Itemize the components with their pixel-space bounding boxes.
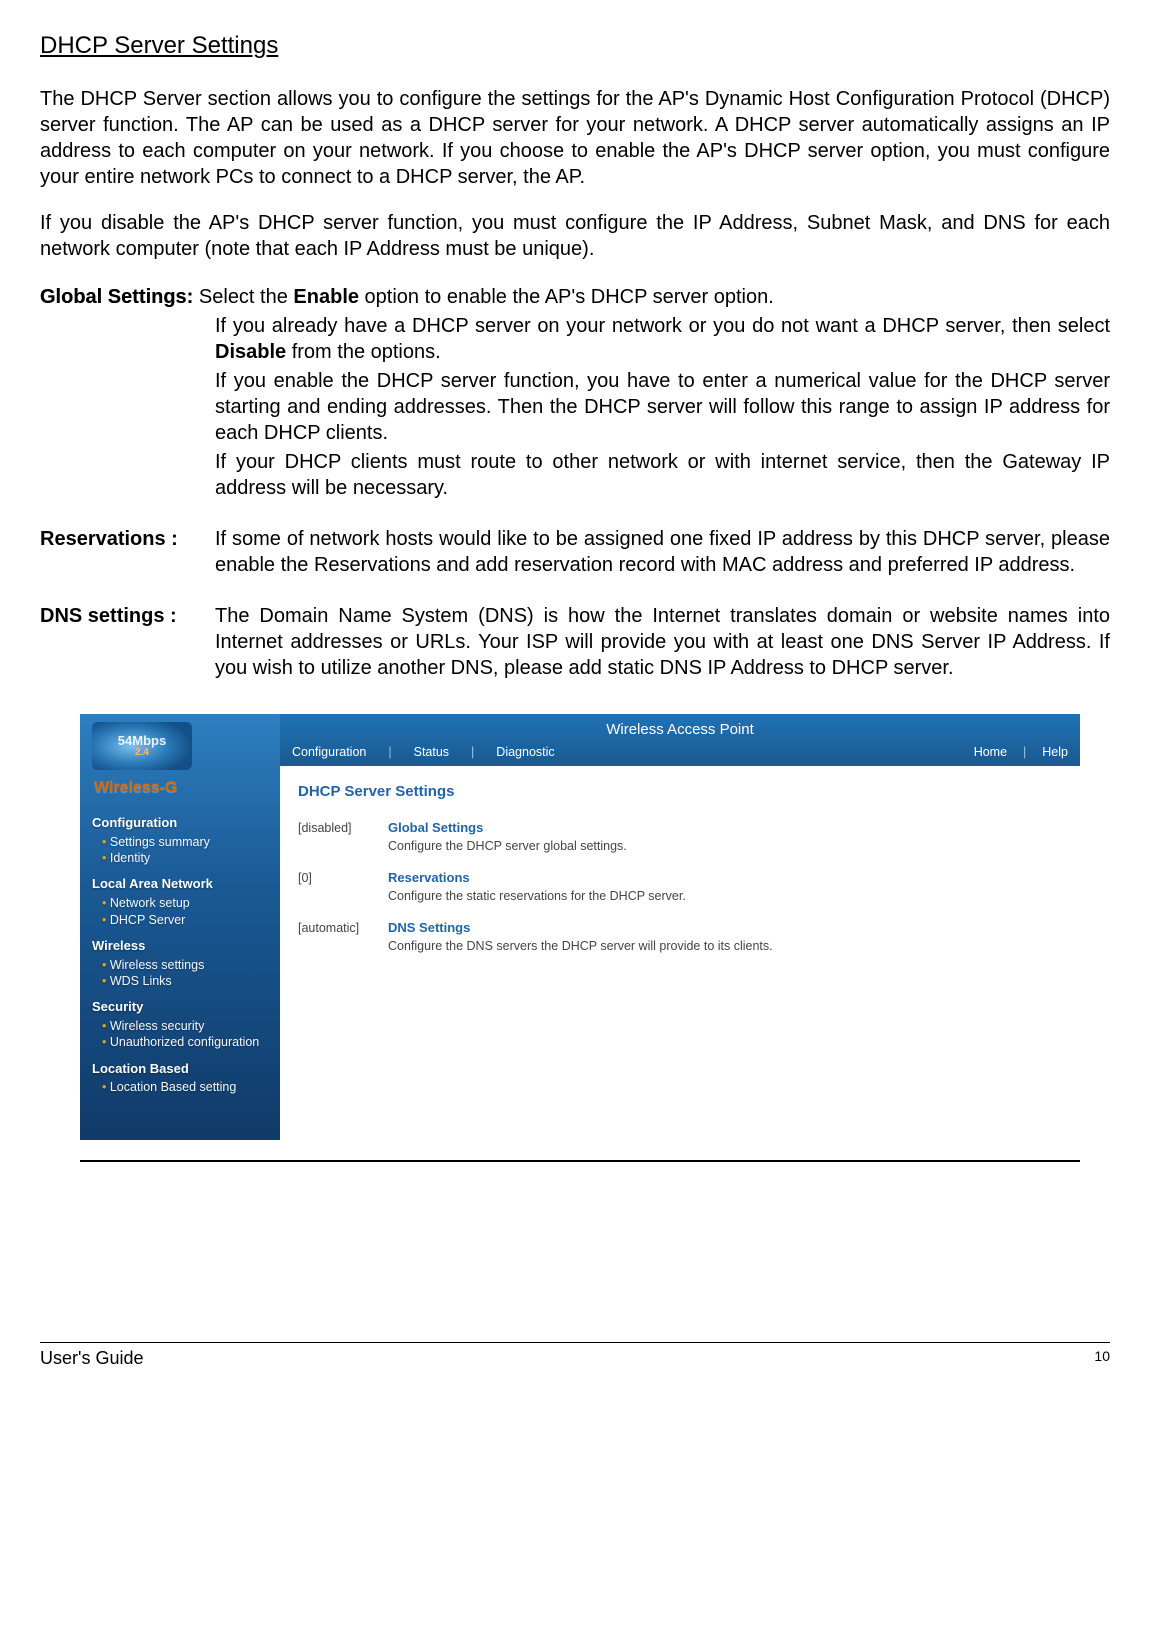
intro-para-2: If you disable the AP's DHCP server func… [40,210,1110,262]
gs-text-lead: Select the [199,286,294,308]
page-footer: User's Guide 10 [40,1342,1110,1370]
reservations-text: If some of network hosts would like to b… [215,526,1110,578]
nav-divider: | [388,744,391,760]
gs-disable: Disable [215,341,286,363]
desc-global-settings: Configure the DHCP server global setting… [388,838,627,854]
desc-reservations: Configure the static reservations for th… [388,888,686,904]
ap-main: Wireless Access Point Configuration | St… [280,714,1080,1140]
desc-dns-settings: Configure the DNS servers the DHCP serve… [388,938,773,954]
dns-settings-block: DNS settings : The Domain Name System (D… [40,603,1110,684]
footer-left: User's Guide [40,1347,143,1370]
status-dns: [automatic] [298,920,388,954]
sb-head-wireless: Wireless [92,938,280,955]
nav-home[interactable]: Home [974,744,1007,760]
status-global: [disabled] [298,820,388,854]
sidebar-item-identity[interactable]: Identity [92,850,280,866]
sidebar-item-settings-summary[interactable]: Settings summary [92,834,280,850]
global-settings-label-inline: Global Settings: [40,286,193,308]
gs-p4: If your DHCP clients must route to other… [215,449,1110,501]
link-global-settings[interactable]: Global Settings [388,820,627,837]
footer-page-number: 10 [1094,1347,1110,1370]
nav-help[interactable]: Help [1042,744,1068,760]
sidebar-item-wireless-security[interactable]: Wireless security [92,1018,280,1034]
logo-mbps: 54Mbps [118,734,166,748]
gs-enable: Enable [293,286,359,308]
ap-heading: DHCP Server Settings [298,782,1062,802]
link-dns-settings[interactable]: DNS Settings [388,920,773,937]
gs-p2a: If you already have a DHCP server on you… [215,315,1110,337]
logo-area: 54Mbps 2.4 [80,714,280,774]
dns-settings-text: The Domain Name System (DNS) is how the … [215,603,1110,681]
sidebar-item-dhcp-server[interactable]: DHCP Server [92,912,280,928]
nav-divider: | [471,744,474,760]
gs-p2b: from the options. [286,341,441,363]
intro-para-1: The DHCP Server section allows you to co… [40,86,1110,190]
logo-icon: 54Mbps 2.4 [92,722,192,770]
status-reservations: [0] [298,870,388,904]
nav-diagnostic[interactable]: Diagnostic [496,744,554,760]
sidebar-item-wds-links[interactable]: WDS Links [92,973,280,989]
link-reservations[interactable]: Reservations [388,870,686,887]
sidebar-item-location-setting[interactable]: Location Based setting [92,1079,280,1095]
logo-ghz: 2.4 [135,748,149,759]
ap-title: Wireless Access Point [606,714,754,744]
sidebar-item-wireless-settings[interactable]: Wireless settings [92,957,280,973]
wireless-g-label: Wireless-G [80,774,280,809]
sb-head-location: Location Based [92,1061,280,1078]
image-bottom-line [80,1160,1080,1162]
sb-head-security: Security [92,999,280,1016]
sidebar-item-network-setup[interactable]: Network setup [92,895,280,911]
reservations-label: Reservations : [40,526,215,581]
ap-topbar: Wireless Access Point Configuration | St… [280,714,1080,766]
global-settings-block: Global Settings: Global Settings: Select… [40,284,1110,504]
nav-configuration[interactable]: Configuration [292,744,366,760]
ap-row-dns: [automatic] DNS Settings Configure the D… [298,920,1062,954]
sb-head-config: Configuration [92,815,280,832]
nav-divider: | [1023,744,1026,760]
nav-status[interactable]: Status [414,744,449,760]
reservations-block: Reservations : If some of network hosts … [40,526,1110,581]
section-title: DHCP Server Settings [40,30,1110,61]
sb-head-lan: Local Area Network [92,876,280,893]
gs-text-lead2: option to enable the AP's DHCP server op… [359,286,774,308]
embedded-screenshot: 54Mbps 2.4 Wireless-G Configuration Sett… [80,714,1080,1140]
gs-p3: If you enable the DHCP server function, … [215,368,1110,446]
ap-sidebar: 54Mbps 2.4 Wireless-G Configuration Sett… [80,714,280,1140]
dns-settings-label: DNS settings : [40,603,215,684]
ap-row-reservations: [0] Reservations Configure the static re… [298,870,1062,904]
ap-row-global: [disabled] Global Settings Configure the… [298,820,1062,854]
sidebar-item-unauth-config[interactable]: Unauthorized configuration [92,1034,280,1050]
